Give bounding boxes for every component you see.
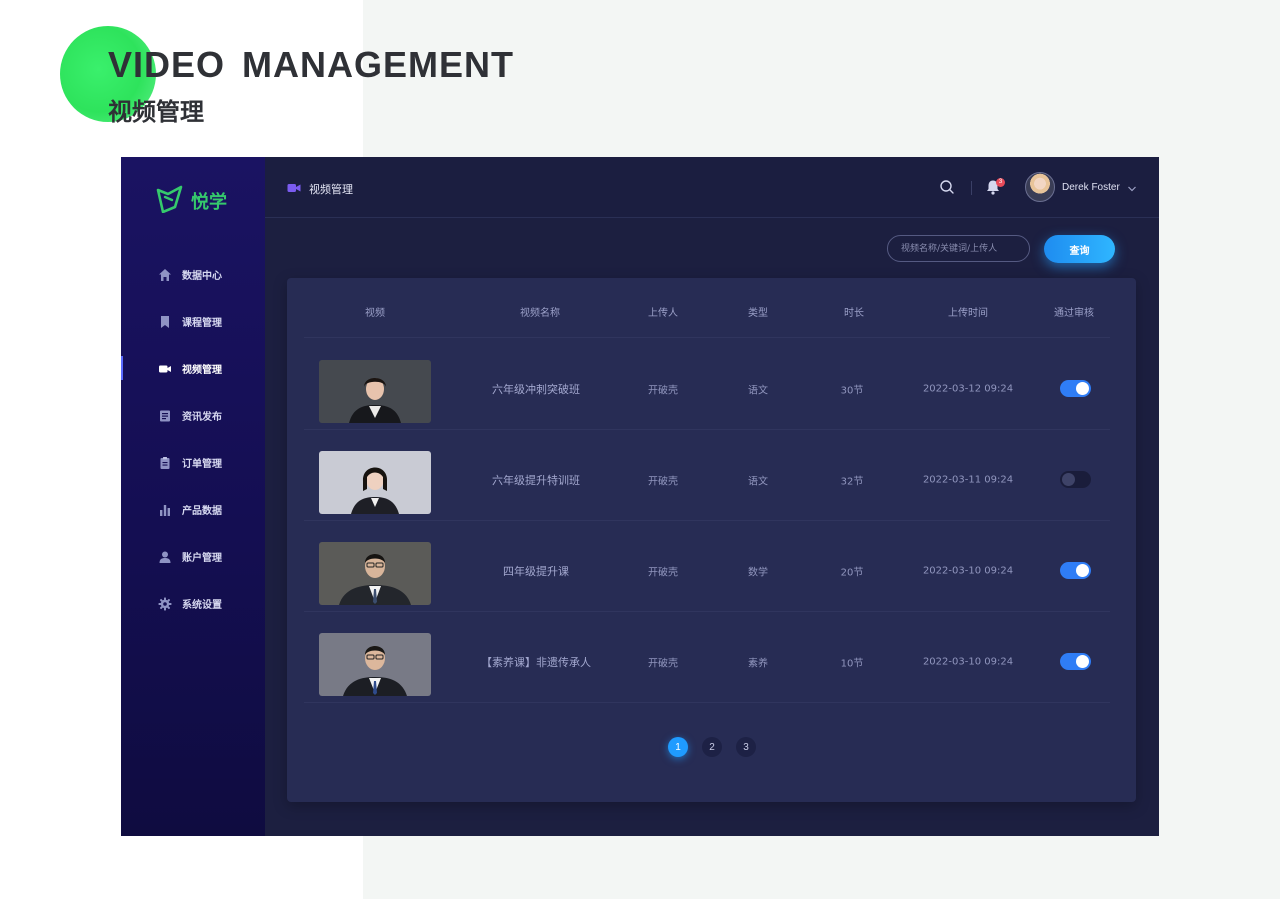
upload-time: 2022-03-11 09:24 (922, 474, 1014, 486)
bar-chart-icon (158, 503, 172, 517)
video-icon (287, 179, 301, 198)
sidebar-item-label: 资讯发布 (182, 412, 222, 423)
topbar-divider (971, 181, 972, 195)
topbar: 视频管理 3 Derek Foster (265, 157, 1159, 218)
search-input[interactable] (887, 235, 1030, 262)
home-icon (158, 268, 172, 282)
sidebar-item-videos[interactable]: 视频管理 (121, 345, 265, 392)
news-icon (158, 409, 172, 423)
sidebar-item-label: 系统设置 (182, 600, 222, 611)
logo-icon (155, 185, 185, 217)
toggle-knob (1062, 473, 1075, 486)
upload-time: 2022-03-12 09:24 (922, 383, 1014, 395)
video-name: 四年级提升课 (503, 565, 569, 578)
table-row: 【素养课】非遗传承人 开破壳 素养 10节 2022-03-10 09:24 (304, 612, 1110, 703)
sidebar-item-label: 数据中心 (182, 271, 222, 282)
duration: 20节 (840, 567, 864, 579)
app-window: 悦学 数据中心 课程管理 视频管理 资讯发布 订单管理 产品数据 账户管理 系统… (121, 157, 1159, 836)
sidebar-item-label: 课程管理 (182, 318, 222, 329)
toggle-knob (1076, 655, 1089, 668)
sidebar-item-news[interactable]: 资讯发布 (121, 392, 265, 439)
search-icon[interactable] (939, 179, 955, 195)
page-title: 视频管理 (287, 179, 353, 198)
notification-badge: 3 (996, 178, 1005, 187)
sidebar-item-settings[interactable]: 系统设置 (121, 580, 265, 627)
bookmark-icon (158, 315, 172, 329)
sidebar-item-label: 产品数据 (182, 506, 222, 517)
upload-time: 2022-03-10 09:24 (922, 656, 1014, 668)
uploader: 开破壳 (648, 385, 678, 397)
video-thumbnail[interactable] (319, 360, 431, 423)
column-header-uploader: 上传人 (648, 308, 678, 319)
logo-text: 悦学 (191, 192, 227, 213)
query-button[interactable]: 查询 (1044, 235, 1115, 263)
table-header: 视频 视频名称 上传人 类型 时长 上传时间 通过审核 (304, 278, 1110, 338)
uploader: 开破壳 (648, 567, 678, 579)
video-name: 【素养课】非遗传承人 (481, 656, 591, 669)
upload-time: 2022-03-10 09:24 (922, 565, 1014, 577)
approval-toggle[interactable] (1060, 471, 1091, 488)
video-type: 素养 (748, 658, 768, 670)
gear-icon (158, 597, 172, 611)
sidebar-item-accounts[interactable]: 账户管理 (121, 533, 265, 580)
page-2-button[interactable]: 2 (702, 737, 722, 757)
approval-toggle[interactable] (1060, 562, 1091, 579)
table-row: 六年级提升特训班 开破壳 语文 32节 2022-03-11 09:24 (304, 430, 1110, 521)
sidebar-item-product-data[interactable]: 产品数据 (121, 486, 265, 533)
toggle-knob (1076, 382, 1089, 395)
column-header-video: 视频 (365, 308, 385, 319)
chevron-down-icon (1127, 178, 1137, 197)
column-header-duration: 时长 (844, 308, 864, 319)
sidebar-nav: 数据中心 课程管理 视频管理 资讯发布 订单管理 产品数据 账户管理 系统设置 (121, 251, 265, 627)
column-header-upload-time: 上传时间 (948, 308, 988, 319)
page-1-button[interactable]: 1 (668, 737, 688, 757)
sidebar-item-label: 订单管理 (182, 459, 222, 470)
pagination: 1 2 3 (668, 737, 756, 757)
video-name: 六年级提升特训班 (492, 474, 580, 487)
toggle-knob (1076, 564, 1089, 577)
avatar (1025, 172, 1055, 202)
user-icon (158, 550, 172, 564)
video-icon (158, 362, 172, 376)
hero-title: VIDEO MANAGEMENT (108, 44, 515, 85)
page-3-button[interactable]: 3 (736, 737, 756, 757)
sidebar: 悦学 数据中心 课程管理 视频管理 资讯发布 订单管理 产品数据 账户管理 系统… (121, 157, 265, 836)
clipboard-icon (158, 456, 172, 470)
video-type: 数学 (748, 567, 768, 579)
video-thumbnail[interactable] (319, 451, 431, 514)
column-header-type: 类型 (748, 308, 768, 319)
video-thumbnail[interactable] (319, 633, 431, 696)
video-type: 语文 (748, 385, 768, 397)
column-header-name: 视频名称 (520, 308, 560, 319)
sidebar-item-label: 视频管理 (182, 365, 222, 376)
approval-toggle[interactable] (1060, 380, 1091, 397)
duration: 32节 (840, 476, 864, 488)
video-type: 语文 (748, 476, 768, 488)
user-name: Derek Foster (1062, 181, 1120, 193)
user-menu[interactable]: Derek Foster (1025, 172, 1137, 202)
hero-header: VIDEO MANAGEMENT 视频管理 (0, 0, 600, 140)
approval-toggle[interactable] (1060, 653, 1091, 670)
sidebar-item-orders[interactable]: 订单管理 (121, 439, 265, 486)
uploader: 开破壳 (648, 476, 678, 488)
sidebar-item-courses[interactable]: 课程管理 (121, 298, 265, 345)
duration: 10节 (840, 658, 864, 670)
hero-subtitle: 视频管理 (108, 98, 204, 126)
table-row: 六年级冲刺突破班 开破壳 语文 30节 2022-03-12 09:24 (304, 339, 1110, 430)
video-table-panel: 视频 视频名称 上传人 类型 时长 上传时间 通过审核 六年级冲刺突破班 开破壳… (287, 278, 1136, 802)
column-header-approved: 通过审核 (1054, 308, 1094, 319)
video-name: 六年级冲刺突破班 (492, 383, 580, 396)
sidebar-item-data-center[interactable]: 数据中心 (121, 251, 265, 298)
table-row: 四年级提升课 开破壳 数学 20节 2022-03-10 09:24 (304, 521, 1110, 612)
sidebar-item-label: 账户管理 (182, 553, 222, 564)
page-title-text: 视频管理 (309, 182, 353, 196)
uploader: 开破壳 (648, 658, 678, 670)
logo[interactable]: 悦学 (155, 185, 227, 217)
video-thumbnail[interactable] (319, 542, 431, 605)
duration: 30节 (840, 385, 864, 397)
